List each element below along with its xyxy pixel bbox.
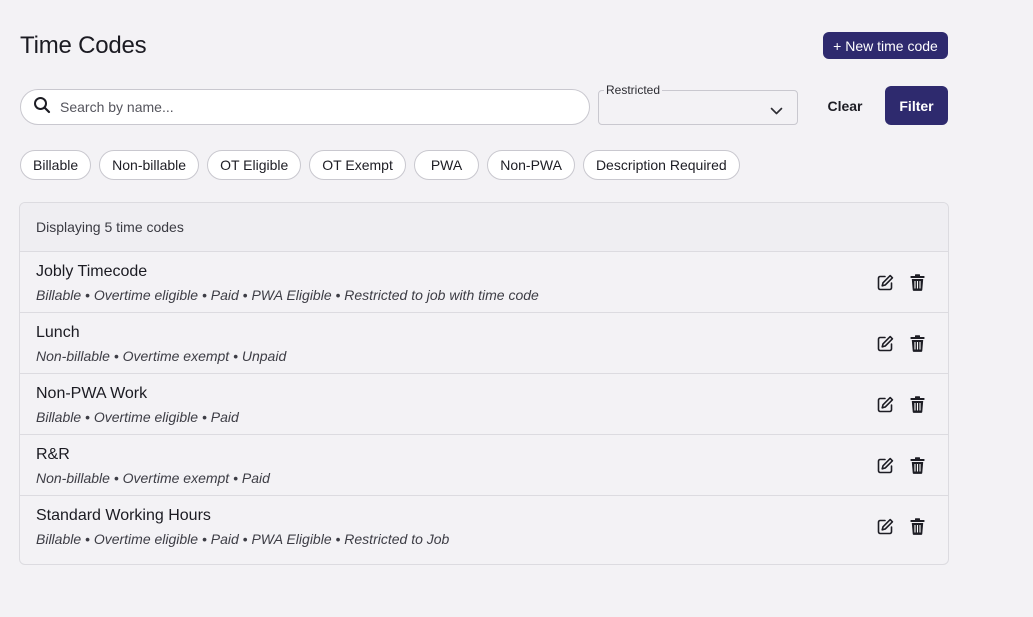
- list-item: Non-PWA Work Billable • Overtime eligibl…: [20, 374, 948, 435]
- time-code-description: Non-billable • Overtime exempt • Paid: [36, 470, 270, 486]
- row-actions: [876, 516, 926, 536]
- edit-icon[interactable]: [876, 394, 894, 414]
- row-actions: [876, 455, 926, 475]
- chip-billable[interactable]: Billable: [20, 150, 92, 180]
- time-code-name: Non-PWA Work: [36, 385, 148, 402]
- trash-icon[interactable]: [908, 272, 926, 292]
- row-actions: [876, 333, 926, 353]
- edit-icon[interactable]: [876, 272, 894, 292]
- list-item: Lunch Non-billable • Overtime exempt • U…: [20, 313, 948, 374]
- search-field[interactable]: [20, 89, 590, 125]
- new-time-code-button[interactable]: + New time code: [823, 32, 948, 59]
- list-item: R&R Non-billable • Overtime exempt • Pai…: [20, 435, 948, 496]
- page-title: Time Codes: [20, 32, 147, 59]
- time-code-name: Lunch: [36, 324, 80, 341]
- edit-icon[interactable]: [876, 516, 894, 536]
- time-code-description: Non-billable • Overtime exempt • Unpaid: [36, 348, 287, 364]
- chip-pwa[interactable]: PWA: [413, 150, 480, 180]
- time-codes-panel: Displaying 5 time codes Jobly Timecode B…: [19, 202, 949, 565]
- row-actions: [876, 272, 926, 292]
- edit-icon[interactable]: [876, 333, 894, 353]
- chip-description-required[interactable]: Description Required: [582, 150, 740, 180]
- restricted-select[interactable]: Restricted: [598, 83, 798, 125]
- search-icon: [33, 96, 51, 119]
- trash-icon[interactable]: [908, 394, 926, 414]
- edit-icon[interactable]: [876, 455, 894, 475]
- search-input[interactable]: [60, 99, 560, 115]
- chip-non-pwa[interactable]: Non-PWA: [487, 150, 575, 180]
- list-summary: Displaying 5 time codes: [20, 203, 948, 252]
- chip-ot-eligible[interactable]: OT Eligible: [207, 150, 302, 180]
- list-item: Jobly Timecode Billable • Overtime eligi…: [20, 252, 948, 313]
- filter-chips: Billable Non-billable OT Eligible OT Exe…: [20, 150, 740, 180]
- clear-button[interactable]: Clear: [815, 86, 875, 125]
- chevron-down-icon: [770, 103, 783, 121]
- chip-non-billable[interactable]: Non-billable: [99, 150, 200, 180]
- time-code-name: Standard Working Hours: [36, 507, 211, 524]
- row-actions: [876, 394, 926, 414]
- trash-icon[interactable]: [908, 455, 926, 475]
- trash-icon[interactable]: [908, 333, 926, 353]
- time-code-name: R&R: [36, 446, 70, 463]
- restricted-select-label: Restricted: [604, 83, 663, 97]
- filter-button[interactable]: Filter: [885, 86, 948, 125]
- time-code-name: Jobly Timecode: [36, 263, 148, 280]
- trash-icon[interactable]: [908, 516, 926, 536]
- time-code-description: Billable • Overtime eligible • Paid • PW…: [36, 531, 450, 547]
- time-code-description: Billable • Overtime eligible • Paid • PW…: [36, 287, 539, 303]
- list-item: Standard Working Hours Billable • Overti…: [20, 496, 948, 557]
- chip-ot-exempt[interactable]: OT Exempt: [309, 150, 406, 180]
- time-code-description: Billable • Overtime eligible • Paid: [36, 409, 239, 425]
